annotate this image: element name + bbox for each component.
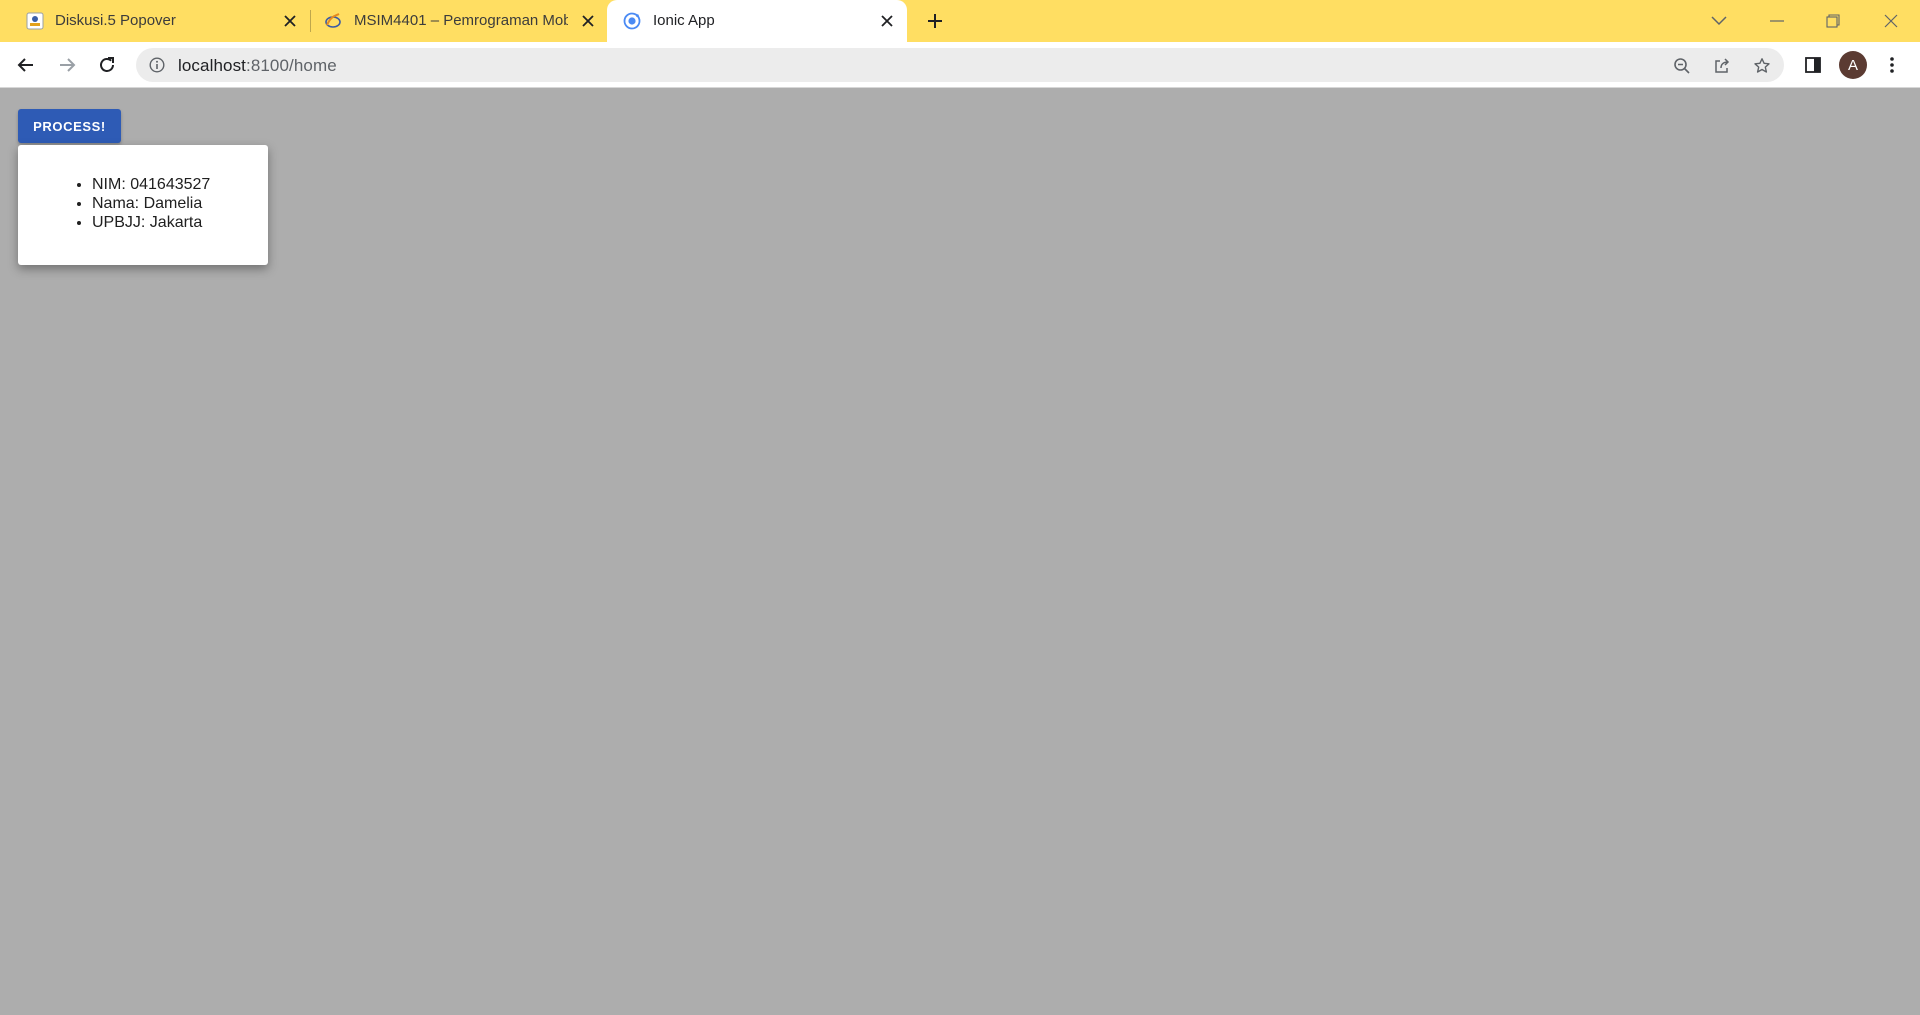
profile-avatar[interactable]: A <box>1839 51 1867 79</box>
list-item: Nama: Damelia <box>92 194 210 213</box>
side-panel-button[interactable] <box>1797 49 1829 81</box>
reload-button[interactable] <box>91 49 123 81</box>
browser-toolbar: localhost:8100/home A <box>0 42 1920 88</box>
popover-list: NIM: 041643527 Nama: Damelia UPBJJ: Jaka… <box>74 175 210 232</box>
process-button[interactable]: PROCESS! <box>18 109 121 143</box>
url-host: localhost <box>178 56 246 75</box>
tab-search-icon[interactable] <box>1704 6 1734 36</box>
close-icon[interactable] <box>280 11 300 31</box>
tab-title: MSIM4401 – Pemrograman Mobi <box>354 12 568 29</box>
tab-strip: Diskusi.5 Popover MSIM4401 – Pemrograman… <box>0 0 1920 42</box>
list-item: UPBJJ: Jakarta <box>92 213 210 232</box>
share-icon[interactable] <box>1712 56 1732 76</box>
address-bar[interactable]: localhost:8100/home <box>136 48 1784 82</box>
info-icon[interactable] <box>149 57 165 73</box>
close-icon[interactable] <box>578 11 598 31</box>
tab-title: Diskusi.5 Popover <box>55 12 176 29</box>
tab-diskusi[interactable]: Diskusi.5 Popover <box>0 0 306 42</box>
url-text: localhost:8100/home <box>178 56 337 76</box>
menu-kebab-icon[interactable] <box>1876 49 1908 81</box>
tab-title: Ionic App <box>653 12 715 29</box>
popover: NIM: 041643527 Nama: Damelia UPBJJ: Jaka… <box>18 145 268 265</box>
minimize-icon[interactable] <box>1762 6 1792 36</box>
moodle-logo-icon <box>324 12 342 30</box>
tab-msim4401[interactable]: MSIM4401 – Pemrograman Mobi <box>300 0 606 42</box>
site-logo-icon <box>26 12 44 30</box>
url-path: :8100/home <box>246 56 337 75</box>
list-item: NIM: 041643527 <box>92 175 210 194</box>
tab-ionic-app[interactable]: Ionic App <box>607 0 907 42</box>
page-backdrop[interactable]: PROCESS! NIM: 041643527 Nama: Damelia UP… <box>0 88 1920 1015</box>
restore-icon[interactable] <box>1818 6 1848 36</box>
bookmark-star-icon[interactable] <box>1752 56 1772 76</box>
back-button[interactable] <box>10 49 42 81</box>
close-window-icon[interactable] <box>1876 6 1906 36</box>
zoom-out-icon[interactable] <box>1672 56 1692 76</box>
new-tab-button[interactable] <box>922 8 948 34</box>
forward-button[interactable] <box>51 49 83 81</box>
ionic-logo-icon <box>623 12 641 30</box>
close-icon[interactable] <box>877 11 897 31</box>
